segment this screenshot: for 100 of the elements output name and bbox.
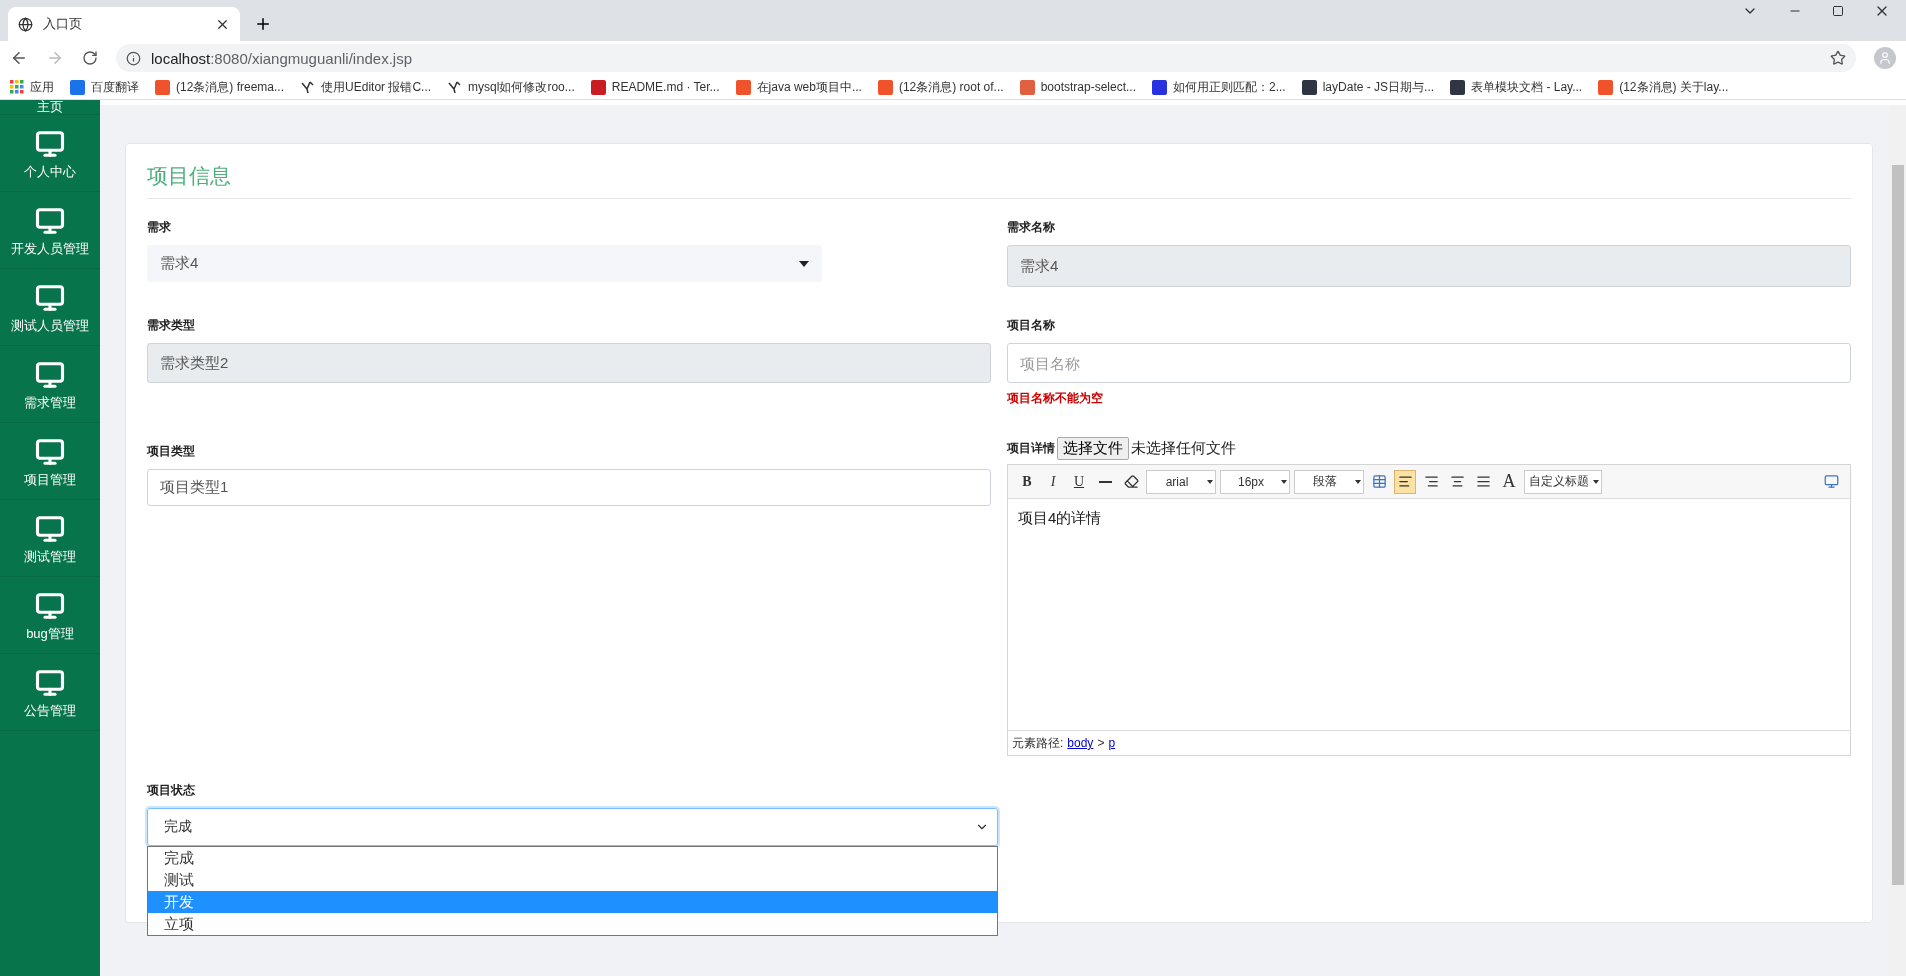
nav-item[interactable]: bug管理 (26, 626, 74, 640)
site-logo-icon (1019, 79, 1035, 95)
choose-file-button[interactable]: 选择文件 (1057, 437, 1129, 460)
bookmark-link[interactable]: 表单模块文档 - Lay... (1471, 78, 1583, 96)
caret-icon (1281, 479, 1287, 484)
bird-icon (447, 79, 463, 95)
requirement-name-field[interactable]: 需求4 (1007, 245, 1851, 287)
nav-item[interactable]: 测试人员管理 (11, 318, 89, 332)
section-title: 项目信息 (147, 162, 1851, 199)
bookmark-link[interactable]: bootstrap-select... (1040, 80, 1136, 94)
project-type-field[interactable]: 项目类型1 (147, 469, 991, 506)
site-logo-icon (1301, 79, 1317, 95)
monitor-icon (35, 436, 65, 467)
field-label: 项目详情 (1007, 440, 1055, 457)
caret-icon (799, 260, 810, 267)
nav-item[interactable]: 开发人员管理 (11, 241, 89, 255)
toolbar-dropdown[interactable]: 自定义标题 (1524, 469, 1602, 494)
caret-icon (1593, 479, 1599, 484)
editor-content[interactable]: 项目4的详情 (1008, 499, 1850, 730)
apps-grid-icon (10, 80, 24, 94)
tab-title: 入口页 (43, 15, 83, 33)
globe-icon (18, 16, 33, 32)
project-name-input[interactable]: 项目名称 (1007, 343, 1851, 383)
horizontal-rule-icon (1098, 480, 1112, 483)
file-status: 未选择任何文件 (1131, 439, 1236, 458)
monitor-icon (35, 205, 65, 236)
bookmark-link[interactable]: layDate - JS日期与... (1322, 78, 1435, 96)
toolbar-dropdown[interactable]: arial (1146, 469, 1216, 494)
error-message: 项目名称不能为空 (1007, 390, 1104, 407)
toolbar-dropdown[interactable]: 段落 (1294, 469, 1364, 494)
field-label: 需求名称 (1007, 219, 1056, 236)
bookmark-link[interactable]: 应用 (30, 78, 54, 96)
nav-item[interactable]: 主页 (37, 100, 63, 113)
align-center-icon (1449, 474, 1465, 489)
toolbar-button[interactable] (1394, 469, 1416, 494)
back-icon[interactable] (10, 49, 28, 67)
bookmark-link[interactable]: (12条消息) freema... (176, 78, 285, 96)
toolbar-dropdown[interactable]: 16px (1220, 469, 1290, 494)
monitor-icon (35, 128, 65, 159)
monitor-icon (35, 590, 65, 621)
field-label: 项目状态 (147, 782, 196, 799)
path-separator: > (1097, 736, 1105, 750)
scrollbar[interactable] (1890, 105, 1906, 976)
bookmark-link[interactable]: 在java web项目中... (756, 78, 862, 96)
bookmark-star-icon[interactable] (1830, 50, 1846, 66)
path-link[interactable]: body (1067, 736, 1094, 750)
bookmark-link[interactable]: 如何用正则匹配：2... (1173, 78, 1286, 96)
monitor-icon (35, 282, 65, 313)
reload-icon[interactable] (82, 50, 98, 66)
table-icon (1371, 474, 1387, 489)
preview-icon (1823, 474, 1839, 489)
monitor-icon (35, 359, 65, 390)
browser-tab[interactable]: 入口页 (8, 7, 240, 41)
field-label: 需求类型 (147, 317, 196, 334)
bird-icon (300, 79, 316, 95)
site-logo-icon (590, 79, 606, 95)
bookmark-link[interactable]: (12条消息) 关于lay... (1619, 78, 1729, 96)
monitor-icon (35, 667, 65, 698)
requirement-select[interactable]: 需求4 (147, 245, 823, 282)
justify-icon (1475, 474, 1491, 489)
bookmark-link[interactable]: 使用UEditor 报错C... (321, 78, 432, 96)
field-label: 需求 (147, 219, 172, 236)
monitor-icon (35, 513, 65, 544)
bookmark-link[interactable]: README.md · Ter... (611, 80, 720, 94)
toolbar-button[interactable]: B (1016, 469, 1038, 494)
site-logo-icon (70, 79, 85, 95)
info-icon (126, 50, 141, 66)
toolbar-button[interactable]: U (1068, 469, 1090, 494)
site-logo-icon (1152, 79, 1167, 95)
new-tab-icon[interactable] (254, 15, 272, 33)
site-logo-icon (1450, 79, 1466, 95)
field-label: 项目名称 (1007, 317, 1056, 334)
nav-item[interactable]: 公告管理 (24, 703, 76, 717)
scroll-thumb[interactable] (1892, 165, 1904, 885)
nav-item[interactable]: 测试管理 (24, 549, 76, 563)
element-path-label: 元素路径: (1012, 734, 1064, 752)
eraser-icon (1123, 474, 1139, 489)
restore-icon[interactable] (1832, 5, 1844, 17)
bookmark-link[interactable]: 百度翻译 (91, 78, 139, 96)
align-left-icon (1397, 474, 1413, 489)
site-logo-icon (155, 79, 170, 95)
status-select[interactable]: 完成 (147, 808, 998, 846)
bookmark-link[interactable]: mysql如何修改roo... (468, 78, 575, 96)
caret-icon (1355, 479, 1361, 484)
site-logo-icon (1598, 79, 1614, 95)
nav-item[interactable]: 个人中心 (24, 164, 76, 178)
address-bar[interactable]: localhost:8080/xiangmuguanli/index.jsp (116, 44, 1856, 72)
toolbar-button[interactable]: A (1498, 469, 1520, 494)
requirement-type-field[interactable]: 需求类型2 (147, 343, 991, 383)
caret-icon (1207, 479, 1213, 484)
toolbar-button[interactable]: I (1042, 469, 1064, 494)
field-label: 项目类型 (147, 443, 196, 460)
nav-item[interactable]: 项目管理 (24, 472, 76, 486)
url-text: localhost:8080/xiangmuguanli/index.jsp (151, 49, 413, 67)
path-link[interactable]: p (1108, 736, 1116, 750)
bookmark-link[interactable]: (12条消息) root of... (898, 78, 1004, 96)
site-logo-icon (735, 79, 751, 95)
align-right-icon (1423, 474, 1439, 489)
nav-item[interactable]: 需求管理 (24, 395, 76, 409)
site-logo-icon (877, 79, 893, 95)
